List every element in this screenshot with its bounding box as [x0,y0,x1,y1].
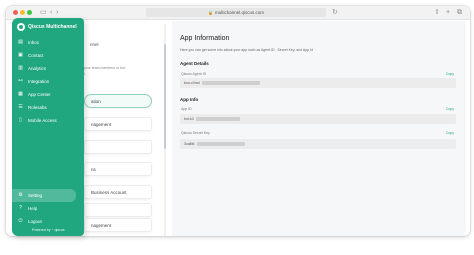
settings-menu-title: nnel [90,42,99,47]
sidebar-item-integration[interactable]: ⚯ Integration [12,75,84,88]
sidebar-bottom-nav: ⚙ Setting ? Help ⏻ Logout [12,189,84,228]
reload-icon[interactable]: ↻ [332,9,338,17]
app-center-icon: ▦ [18,91,23,97]
minimize-window-button[interactable] [20,10,25,15]
settings-menu-desc: your team members or bot [84,66,126,70]
sidebar-item-setting[interactable]: ⚙ Setting [12,189,76,202]
settings-card-label: nagement [91,121,112,127]
sidebar: Qiscus Multichannel ▤ Inbox ▣ Contact ▥ Ana… [12,18,84,236]
brand-name: Qiscus Multichannel [28,24,77,30]
lock-icon: 🔒 [207,10,213,15]
app-id-masked [195,117,240,122]
copy-agent-id-button[interactable]: Copy [446,72,454,76]
settings-card-label: Business Account [91,189,127,195]
sidebar-item-label: Mobile Access [28,118,57,123]
sidebar-item-help[interactable]: ? Help [12,202,84,215]
sidebar-item-logout[interactable]: ⏻ Logout [12,215,84,228]
agent-id-value: bon-c0md [184,81,200,85]
settings-card-business-account[interactable]: Business Account [84,185,152,199]
secret-key-label: Qiscus Secret Key [181,131,210,135]
page-title: App Information [180,35,230,42]
sidebar-item-roles[interactable]: ☰ Rolesabs [12,101,84,114]
agent-details-heading: Agent Details [180,61,209,66]
app-information-panel: App Information Here you can get some in… [172,21,466,236]
sidebar-item-app-center[interactable]: ▦ App Center [12,88,84,101]
powered-by: Powered by ◔ qiscus [32,228,65,232]
sidebar-item-label: Integration [28,79,50,84]
sidebar-item-mobile-access[interactable]: ▯ Mobile Access [12,114,84,127]
mobile-icon: ▯ [19,117,22,123]
settings-menu-desc-2: l. [84,72,86,76]
analytics-icon: ▥ [18,65,23,71]
secret-key-value: 3ca8fd [184,142,195,146]
powered-by-label: Powered by [32,228,51,232]
sidebar-item-label: Analytics [28,66,47,71]
roles-icon: ☰ [18,104,23,110]
settings-card-role-management[interactable]: nagement [84,218,152,232]
brand[interactable]: Qiscus Multichannel [17,23,77,31]
maximize-window-button[interactable] [27,10,32,15]
settings-card-notifications[interactable]: ns [84,162,152,176]
sidebar-item-label: Contact [28,53,44,58]
sidebar-item-label: Help [28,206,38,211]
settings-menu-column: nnel your team members or bot l. ation n… [84,21,164,236]
close-window-button[interactable] [13,10,18,15]
settings-card-label: ns [91,166,96,172]
tabs-overview-icon[interactable]: ⧉ [457,9,462,17]
settings-card-app-information[interactable]: ation [84,94,152,108]
sidebar-toggle-icon[interactable]: ▭ [40,9,47,17]
contact-icon: ▣ [18,52,23,58]
sidebar-item-label: Setting [28,193,43,198]
help-icon: ? [19,205,22,211]
settings-card-label: ation [91,98,101,104]
sidebar-item-label: Inbox [28,40,40,45]
copy-app-id-button[interactable]: Copy [446,107,454,111]
app-id-field[interactable]: bot-k3 [180,114,456,124]
sidebar-item-contact[interactable]: ▣ Contact [12,49,84,62]
settings-card-3[interactable] [84,140,152,154]
logout-icon: ⏻ [18,218,23,224]
agent-id-label: Qiscus Agent ID [181,72,207,76]
sidebar-nav: ▤ Inbox ▣ Contact ▥ Analytics ⚯ Integration … [12,36,84,127]
agent-id-field[interactable]: bon-c0md [180,78,456,88]
copy-secret-key-button[interactable]: Copy [446,131,454,135]
secret-key-field[interactable]: 3ca8fd [180,139,456,149]
agent-id-masked [201,81,260,86]
app-id-value: bot-k3 [184,117,194,121]
menu-scrollbar-thumb[interactable] [164,44,166,149]
address-text: multichannel.qiscus.com [214,10,264,15]
inbox-icon: ▤ [18,39,23,45]
back-icon[interactable]: ‹ [50,9,52,17]
share-icon[interactable]: ⇧ [434,9,440,17]
settings-card-agent-management[interactable]: nagement [84,117,152,131]
page-description: Here you can get some info about your ap… [180,48,314,52]
powered-by-logo-icon: ◔ [51,228,54,232]
secret-key-masked [196,142,245,147]
sidebar-item-label: Logout [28,219,42,224]
gear-icon: ⚙ [18,192,23,198]
sidebar-item-inbox[interactable]: ▤ Inbox [12,36,84,49]
powered-by-brand: qiscus [54,228,65,232]
new-tab-icon[interactable]: + [446,9,450,17]
sidebar-item-label: App Center [28,92,51,97]
settings-card-6[interactable] [84,203,152,217]
settings-card-label: nagement [91,222,112,228]
qiscus-logo-icon [17,23,25,31]
app-info-heading: App Info [180,97,199,102]
address-bar[interactable]: 🔒 multichannel.qiscus.com [146,8,326,17]
sidebar-item-label: Rolesabs [28,105,47,110]
integration-icon: ⚯ [18,78,23,84]
sidebar-item-analytics[interactable]: ▥ Analytics [12,62,84,75]
forward-icon[interactable]: › [56,9,58,17]
app-id-label: App ID [181,107,192,111]
